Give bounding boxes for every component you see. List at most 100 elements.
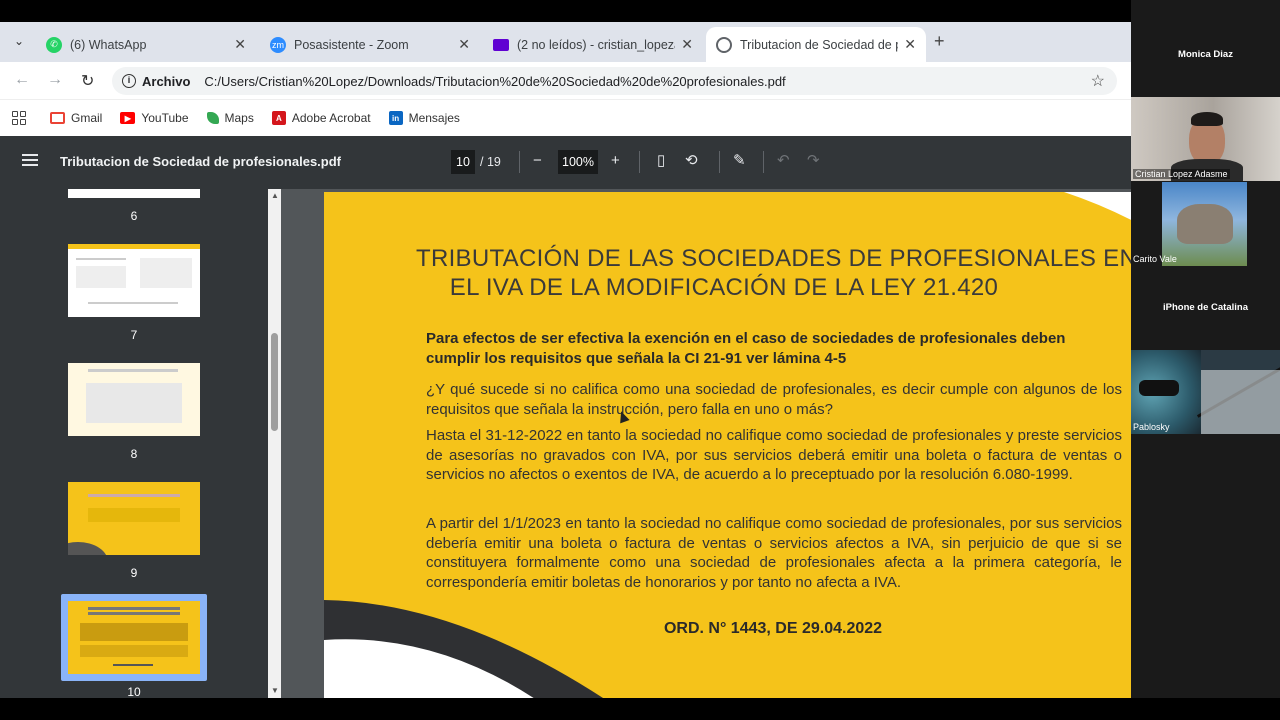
zoom-input[interactable]: 100%	[558, 150, 598, 174]
maps-icon	[206, 112, 219, 124]
tab-zoom[interactable]: zm Posasistente - Zoom ✕	[260, 27, 480, 62]
close-icon[interactable]: ✕	[458, 36, 470, 53]
participant-name: Carito Vale	[1133, 254, 1177, 264]
toolbar-divider	[519, 151, 520, 173]
participant-name: iPhone de Catalina	[1163, 302, 1248, 313]
zoom-icon: zm	[270, 36, 286, 53]
address-bar: ← → ↻ i Archivo C:/Users/Cristian%20Lope…	[0, 62, 1131, 100]
tab-search-icon[interactable]: ⌄	[10, 32, 28, 50]
scrollbar-thumb[interactable]	[271, 333, 278, 431]
paragraph-from-2023: A partir del 1/1/2023 en tanto la socied…	[426, 515, 1122, 591]
bookmark-label: Maps	[224, 111, 254, 125]
url-scheme: Archivo	[142, 73, 191, 89]
new-tab-icon[interactable]: +	[934, 31, 945, 52]
video-participants-panel: Monica Diaz Cristian Lopez Adasme Carito…	[1131, 0, 1280, 720]
participant-video-tile[interactable]: Carito Vale	[1131, 182, 1280, 266]
globe-icon	[716, 36, 732, 53]
page-title-line1: TRIBUTACIÓN DE LAS SOCIEDADES DE PROFESI…	[416, 245, 1131, 272]
bookmark-label: Mensajes	[408, 111, 460, 125]
tab-whatsapp[interactable]: ✆ (6) WhatsApp ✕	[36, 27, 256, 62]
annotate-icon[interactable]: ✎	[733, 151, 746, 171]
thumbnail-number: 10	[127, 685, 141, 698]
url-text[interactable]: C:/Users/Cristian%20Lopez/Downloads/Trib…	[204, 74, 1090, 89]
toolbar-divider	[763, 151, 764, 173]
top-black-bar	[0, 0, 1280, 22]
participant-name: Pablosky	[1133, 422, 1170, 432]
paragraph-question: ¿Y qué sucede si no califica como una so…	[426, 381, 1122, 418]
apps-grid-icon[interactable]	[12, 111, 26, 125]
bookmark-youtube[interactable]: ▶ YouTube	[120, 111, 189, 125]
gmail-icon	[50, 112, 65, 124]
toolbar-divider	[639, 151, 640, 173]
tab-mail[interactable]: (2 no leídos) - cristian_lopezad ✕	[483, 27, 703, 62]
pdf-body: 6 7 8 9 10 ▲ ▼ TRIBUTACIÓN DE LAS SOCIED…	[0, 189, 1131, 698]
page-number-input[interactable]: 10	[451, 150, 475, 174]
toolbar-divider	[719, 151, 720, 173]
close-icon[interactable]: ✕	[234, 36, 246, 53]
whatsapp-icon: ✆	[46, 36, 62, 53]
close-icon[interactable]: ✕	[681, 36, 693, 53]
bookmark-star-icon[interactable]: ☆	[1091, 71, 1105, 91]
tab-pdf[interactable]: Tributacion de Sociedad de pro ✕	[706, 27, 926, 62]
bookmark-mensajes[interactable]: in Mensajes	[388, 111, 460, 125]
fit-page-icon[interactable]: ▯	[657, 151, 665, 171]
pdf-page: TRIBUTACIÓN DE LAS SOCIEDADES DE PROFESI…	[324, 192, 1131, 698]
browser-window: ⌄ ✆ (6) WhatsApp ✕ zm Posasistente - Zoo…	[0, 22, 1131, 698]
thumbnail-page-10[interactable]	[68, 601, 200, 674]
tab-label: (2 no leídos) - cristian_lopezad	[517, 37, 676, 52]
participant-tile[interactable]: iPhone de Catalina	[1131, 267, 1280, 349]
bookmark-label: YouTube	[141, 111, 189, 125]
bookmark-acrobat[interactable]: A Adobe Acrobat	[271, 111, 371, 125]
youtube-icon: ▶	[120, 112, 136, 124]
tab-label: Tributacion de Sociedad de pro	[740, 37, 899, 52]
bookmark-gmail[interactable]: Gmail	[50, 111, 102, 125]
info-icon[interactable]: i	[122, 74, 136, 88]
thumbnail-page-9[interactable]	[68, 482, 200, 555]
tab-bar: ⌄ ✆ (6) WhatsApp ✕ zm Posasistente - Zoo…	[0, 22, 1131, 62]
reload-icon[interactable]: ↻	[81, 71, 94, 91]
thumbnail-number: 9	[130, 566, 138, 580]
thumbnail-number: 8	[130, 447, 138, 461]
screen: ⌄ ✆ (6) WhatsApp ✕ zm Posasistente - Zoo…	[0, 0, 1280, 720]
thumbnail-number: 7	[130, 328, 138, 342]
undo-icon[interactable]: ↶	[777, 151, 790, 171]
page-title-line2: EL IVA DE LA MODIFICACIÓN DE LA LEY 21.4…	[449, 274, 999, 301]
tab-label: (6) WhatsApp	[70, 37, 147, 52]
thumbnail-page-7[interactable]	[68, 244, 200, 317]
close-icon[interactable]: ✕	[904, 36, 916, 53]
back-icon[interactable]: ←	[14, 71, 30, 89]
bookmark-maps[interactable]: Maps	[206, 111, 254, 125]
page-total: / 19	[480, 155, 501, 169]
ord-reference: ORD. N° 1443, DE 29.04.2022	[663, 620, 883, 637]
zoom-out-icon[interactable]: −	[533, 151, 542, 171]
bottom-black-bar	[0, 698, 1280, 720]
thumbnail-panel: 6 7 8 9 10	[0, 189, 268, 698]
mail-icon	[493, 38, 509, 51]
paragraph-requirements: Para efectos de ser efectiva la exención…	[426, 330, 1066, 367]
omnibox[interactable]: i Archivo C:/Users/Cristian%20Lopez/Down…	[112, 67, 1117, 95]
scroll-up-icon[interactable]: ▲	[271, 191, 279, 200]
pdf-toolbar: Tributacion de Sociedad de profesionales…	[0, 136, 1131, 189]
bookmarks-bar: Gmail ▶ YouTube Maps A Adobe Acrobat in …	[0, 100, 1131, 136]
zoom-in-icon[interactable]: +	[611, 151, 620, 171]
thumbnail-scrollbar[interactable]: ▲ ▼	[268, 189, 281, 698]
participant-name: Cristian Lopez Adasme	[1133, 169, 1230, 179]
tab-label: Posasistente - Zoom	[294, 37, 409, 52]
thumbnail-page-8[interactable]	[68, 363, 200, 436]
redo-icon[interactable]: ↷	[807, 151, 820, 171]
scroll-down-icon[interactable]: ▼	[271, 686, 279, 695]
linkedin-icon: in	[388, 111, 403, 125]
participant-video-tile[interactable]: Pablosky	[1131, 350, 1280, 434]
thumbnail-number: 6	[130, 209, 138, 223]
participant-video-tile[interactable]: Cristian Lopez Adasme	[1131, 97, 1280, 181]
bookmark-label: Adobe Acrobat	[291, 111, 371, 125]
rotate-icon[interactable]: ⟲	[685, 151, 698, 171]
pdf-title: Tributacion de Sociedad de profesionales…	[60, 154, 341, 169]
acrobat-icon: A	[271, 111, 286, 125]
forward-icon[interactable]: →	[47, 71, 63, 89]
thumbnail-page-6[interactable]	[68, 189, 200, 198]
menu-icon[interactable]	[22, 154, 38, 166]
participant-name: Monica Diaz	[1178, 49, 1233, 60]
participant-tile[interactable]: Monica Diaz	[1131, 14, 1280, 96]
bookmark-label: Gmail	[71, 111, 103, 125]
